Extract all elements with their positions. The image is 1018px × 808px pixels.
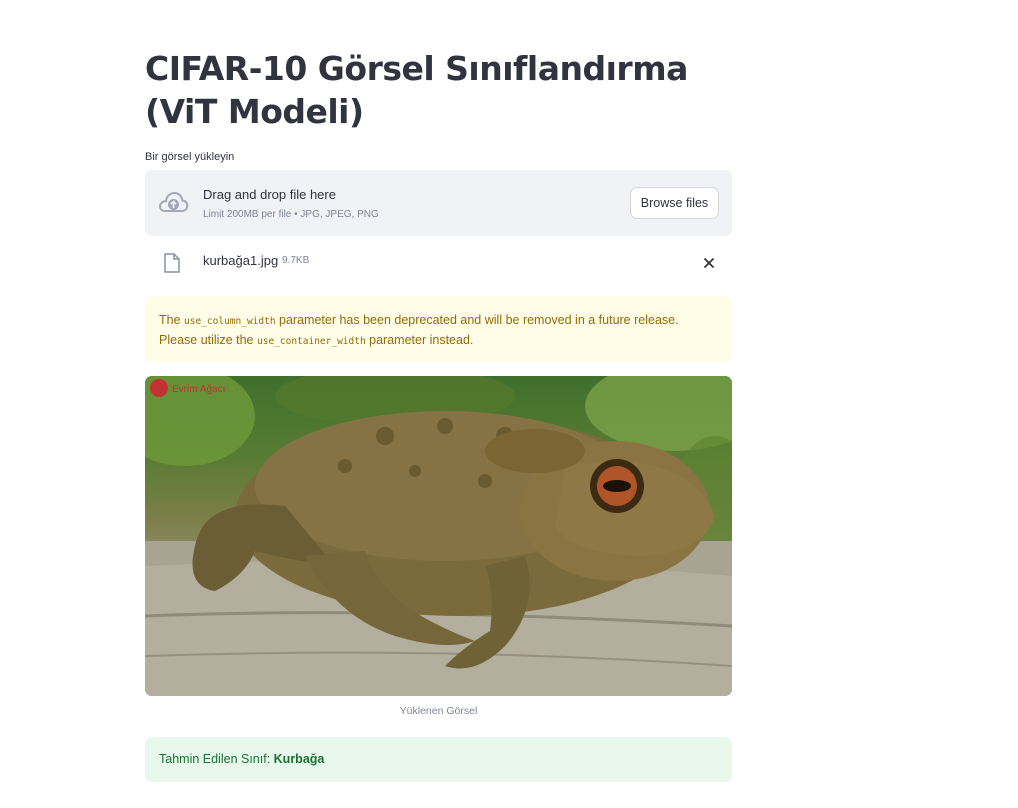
remove-file-button[interactable] <box>700 254 718 272</box>
file-icon <box>164 253 180 273</box>
warning-text-prefix: The <box>159 313 181 327</box>
file-dropzone[interactable]: Drag and drop file here Limit 200MB per … <box>145 170 732 236</box>
uploader-label: Bir görsel yükleyin <box>145 151 235 163</box>
cloud-upload-icon <box>159 191 189 212</box>
warning-text-suffix: parameter instead. <box>369 333 474 347</box>
image-caption: Yüklenen Görsel <box>399 705 478 717</box>
prediction-label: Tahmin Edilen Sınıf: <box>159 752 271 766</box>
browse-files-button[interactable]: Browse files <box>630 187 719 219</box>
uploaded-file-row: kurbağa1.jpg 9.7KB <box>145 248 732 278</box>
close-icon <box>703 257 715 269</box>
toad-photo: Evrim Ağacı <box>145 376 732 696</box>
deprecation-warning: The use_column_width parameter has been … <box>145 296 732 362</box>
warning-code-container-width: use_container_width <box>257 336 366 347</box>
prediction-value: Kurbağa <box>273 752 325 766</box>
dropzone-limit-text: Limit 200MB per file • JPG, JPEG, PNG <box>203 209 379 220</box>
page-title: CIFAR-10 Görsel Sınıflandırma (ViT Model… <box>145 49 688 131</box>
image-watermark: Evrim Ağacı <box>172 384 225 395</box>
uploaded-file-name: kurbağa1.jpg <box>203 253 279 268</box>
warning-code-column-width: use_column_width <box>184 316 276 327</box>
uploaded-image: Evrim Ağacı <box>145 376 732 696</box>
uploaded-file-size: 9.7KB <box>282 255 310 266</box>
dropzone-instructions: Drag and drop file here <box>203 187 336 202</box>
prediction-result: Tahmin Edilen Sınıf: Kurbağa <box>145 737 732 782</box>
